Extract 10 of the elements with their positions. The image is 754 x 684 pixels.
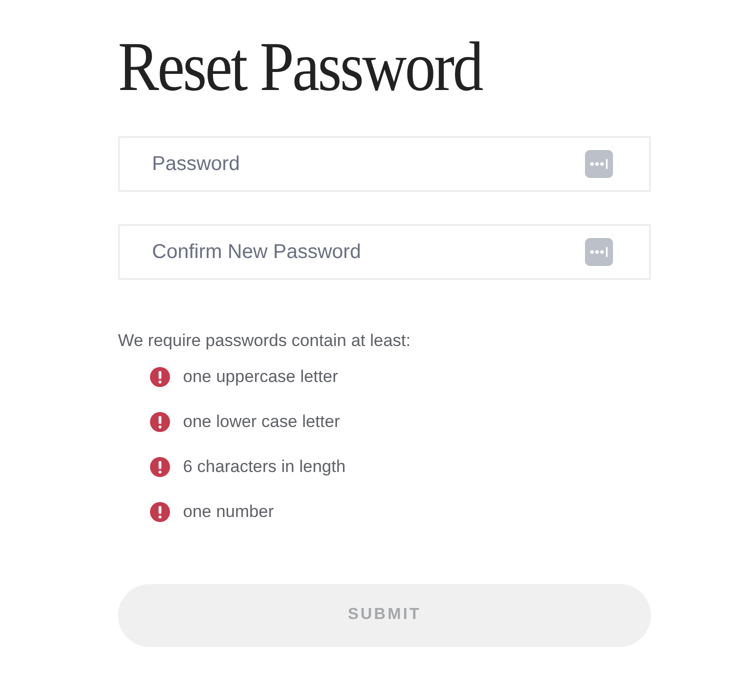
- page-title: Reset Password: [118, 28, 482, 108]
- password-key-icon[interactable]: [585, 150, 613, 178]
- password-field[interactable]: Confirm New Password: [118, 224, 651, 280]
- requirement-text: one uppercase letter: [183, 366, 338, 388]
- password-field[interactable]: Password: [118, 136, 651, 192]
- password-key-icon[interactable]: [585, 238, 613, 266]
- requirement-text: one lower case letter: [183, 411, 340, 434]
- requirements-intro: We require passwords contain at least:: [118, 330, 412, 352]
- requirement-text: 6 characters in length: [183, 456, 346, 478]
- requirement-text: one number: [183, 501, 274, 524]
